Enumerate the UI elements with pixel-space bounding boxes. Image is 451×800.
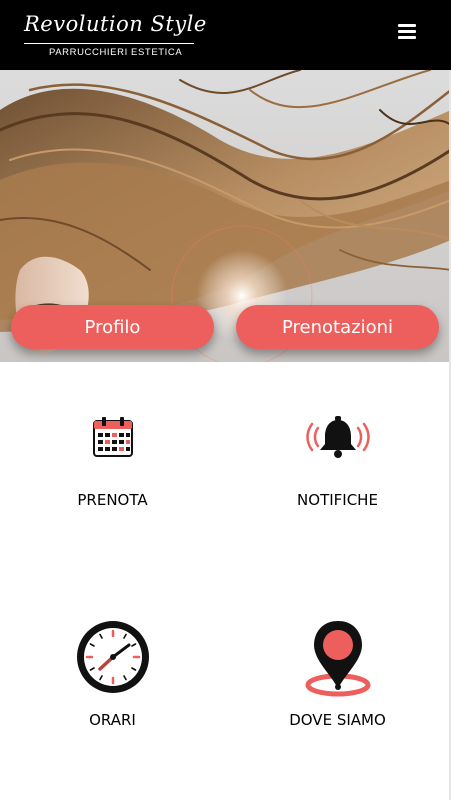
profilo-button[interactable]: Profilo	[11, 305, 214, 349]
tile-label-notifiche: NOTIFICHE	[297, 491, 378, 509]
tile-label-orari: ORARI	[89, 711, 136, 729]
app-header: Revolution Style PARRUCCHIERI ESTETICA	[0, 0, 451, 70]
calendar-icon	[91, 416, 135, 464]
logo-wordmark: Revolution Style	[24, 12, 207, 36]
clock-icon	[73, 617, 153, 701]
prenotazioni-button[interactable]: Prenotazioni	[236, 305, 439, 349]
tile-prenota[interactable]: PRENOTA	[0, 400, 225, 570]
tile-label-prenota: PRENOTA	[77, 491, 148, 509]
logo-divider	[24, 43, 194, 44]
hamburger-menu-icon[interactable]	[398, 24, 416, 42]
bell-icon	[305, 414, 371, 464]
location-pin-icon	[302, 619, 374, 701]
brand-logo[interactable]: Revolution Style PARRUCCHIERI ESTETICA	[22, 12, 206, 62]
tile-label-dove-siamo: DOVE SIAMO	[289, 711, 386, 729]
tile-dove-siamo[interactable]: DOVE SIAMO	[225, 615, 450, 785]
tile-notifiche[interactable]: NOTIFICHE	[225, 400, 450, 570]
logo-tagline: PARRUCCHIERI ESTETICA	[49, 47, 183, 58]
tile-orari[interactable]: ORARI	[0, 615, 225, 785]
